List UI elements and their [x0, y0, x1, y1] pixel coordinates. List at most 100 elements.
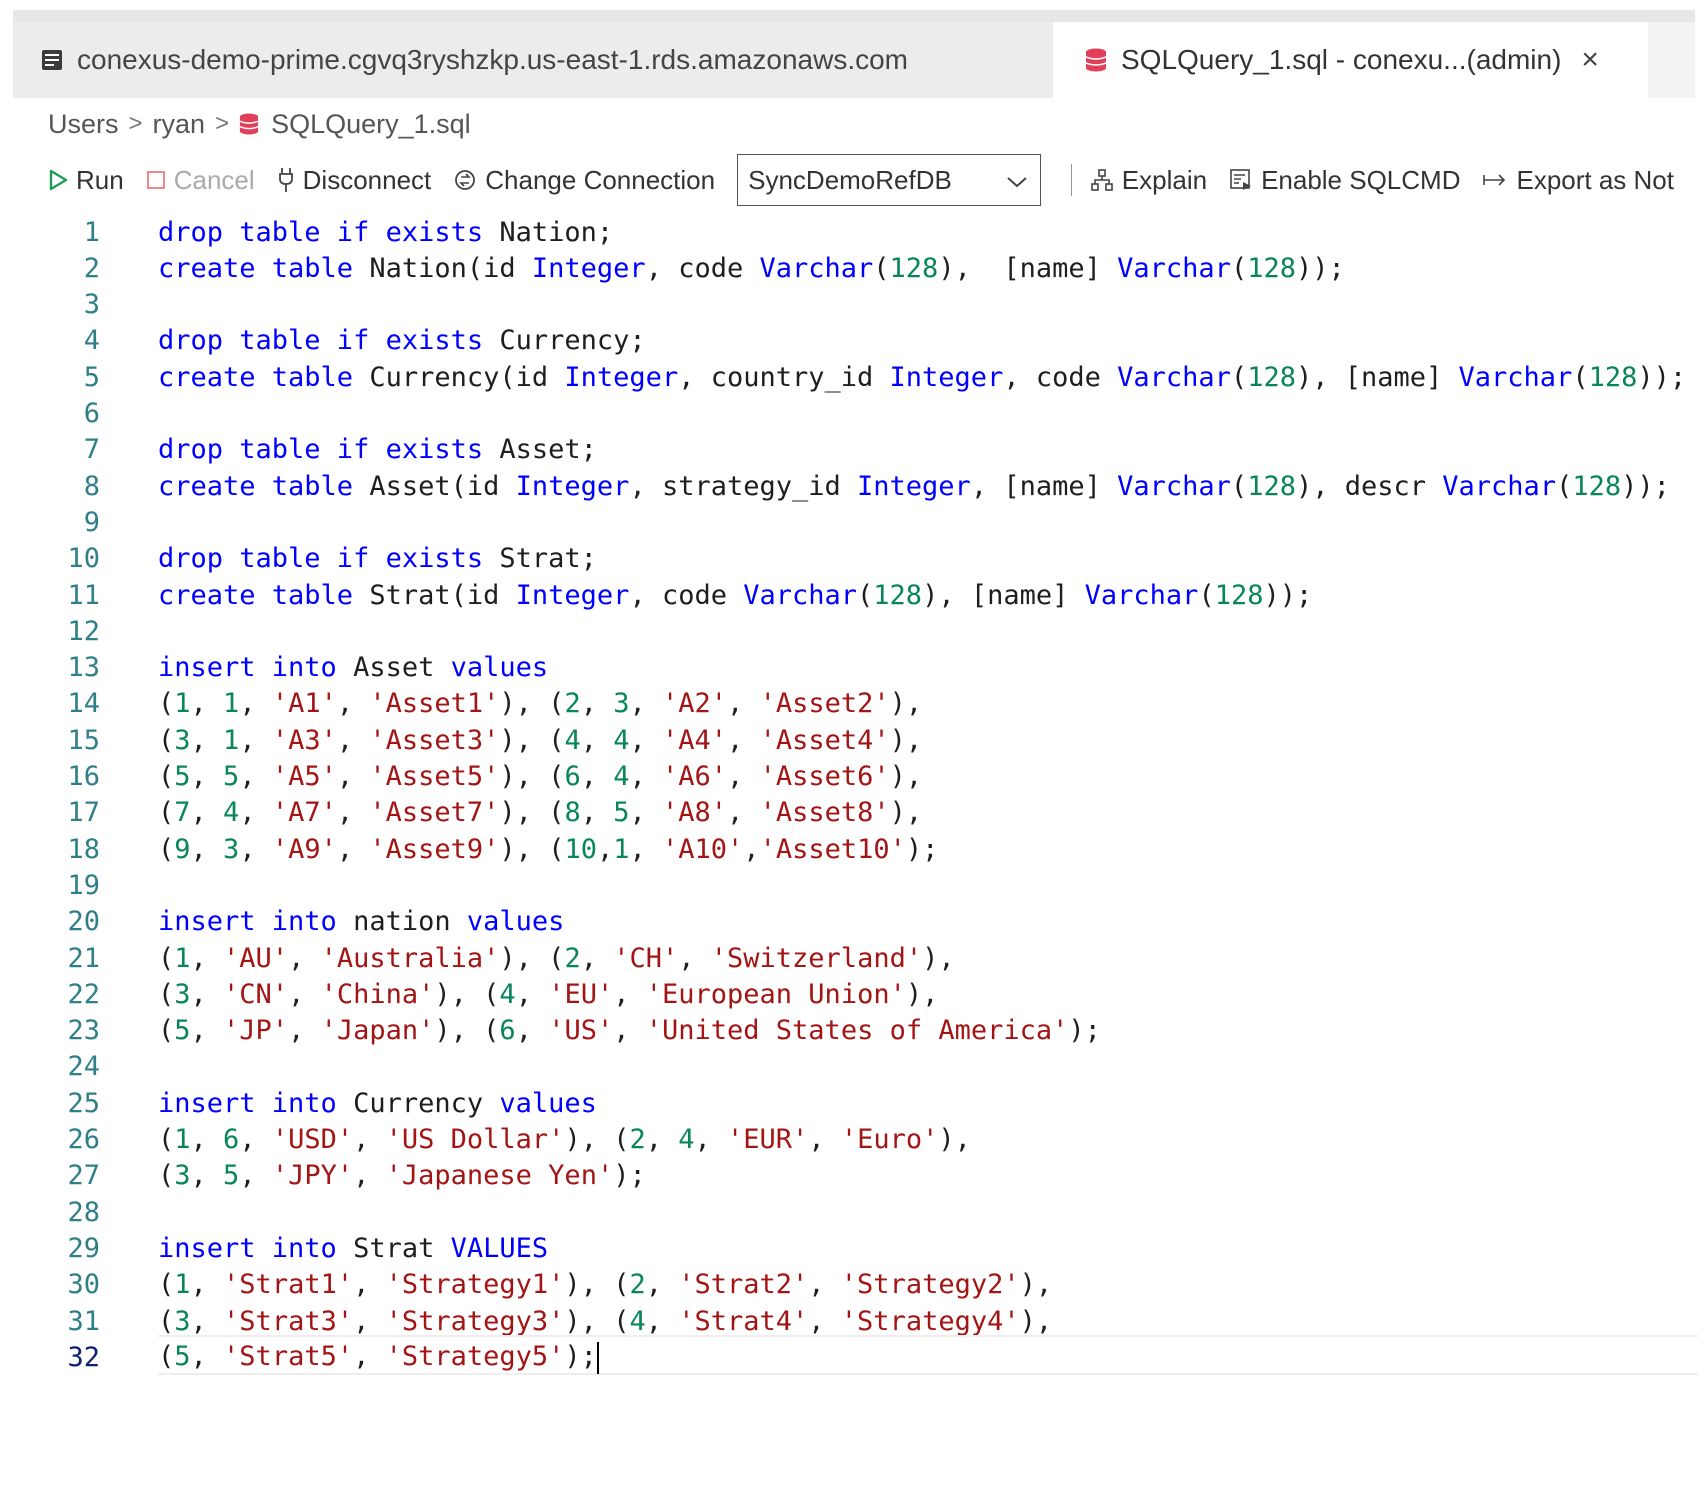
code-token: 128 — [1247, 361, 1296, 393]
line-number: 27 — [67, 1160, 100, 1192]
code-token: , — [353, 1305, 386, 1337]
code-line[interactable]: 10 drop table if exists Strat; — [0, 539, 1708, 579]
code-token: 'Asset6' — [759, 761, 890, 792]
code-token: ), — [889, 797, 923, 829]
code-token: , — [353, 1160, 386, 1192]
enable-sqlcmd-label: Enable SQLCMD — [1261, 164, 1461, 195]
code-token: ( — [158, 942, 175, 974]
tab-sqlquery[interactable]: SQLQuery_1.sql - conexu...(admin) × — [1053, 22, 1648, 98]
code-token: 5 — [174, 1341, 191, 1373]
code-token: 1 — [174, 688, 191, 720]
explain-label: Explain — [1121, 164, 1208, 195]
stop-icon — [146, 170, 166, 190]
explain-button[interactable]: Explain — [1090, 165, 1207, 196]
code-line[interactable]: 9 — [0, 502, 1708, 542]
query-toolbar: Run Cancel Disconnect Change Connection … — [48, 150, 1696, 210]
line-number: 21 — [67, 942, 100, 974]
code-token: 3 — [174, 724, 191, 756]
code-line[interactable]: 18 (9, 3, 'A9', 'Asset9'), (10,1, 'A10','… — [0, 829, 1708, 869]
text-cursor — [596, 1341, 599, 1374]
code-token: , — [190, 688, 224, 720]
code-token: 5 — [223, 1160, 240, 1192]
code-line[interactable]: 6 — [0, 394, 1708, 434]
code-token: drop table if exists — [158, 434, 484, 466]
breadcrumb-item-users[interactable]: Users — [48, 109, 119, 140]
code-line[interactable]: 22 (3, 'CN', 'China'), (4, 'EU', 'Europea… — [0, 974, 1708, 1014]
line-number: 1 — [83, 216, 100, 248]
code-token: , country_id — [678, 361, 890, 393]
code-line[interactable]: 2 create table Nation(id Integer, code Va… — [0, 248, 1708, 288]
code-line[interactable]: 20 insert into nation values — [0, 902, 1708, 942]
code-token: , — [190, 942, 224, 974]
code-line[interactable]: 19 — [0, 865, 1708, 905]
code-token: ( — [158, 797, 175, 829]
run-button[interactable]: Run — [48, 165, 124, 196]
close-icon[interactable]: × — [1581, 43, 1599, 77]
breadcrumb-item-ryan[interactable]: ryan — [153, 109, 206, 140]
code-token: Integer — [515, 470, 630, 502]
export-notebook-button[interactable]: Export as Not — [1482, 165, 1674, 196]
disconnect-button[interactable]: Disconnect — [277, 165, 431, 196]
code-line[interactable]: 21 (1, 'AU', 'Australia'), (2, 'CH', 'Swi… — [0, 938, 1708, 978]
code-line[interactable]: 27 (3, 5, 'JPY', 'Japanese Yen'); — [0, 1156, 1708, 1196]
code-line[interactable]: 24 — [0, 1047, 1708, 1087]
code-token: , — [629, 688, 663, 720]
code-token: drop table if exists — [158, 325, 484, 357]
code-token: insert into — [158, 906, 337, 938]
enable-sqlcmd-button[interactable]: Enable SQLCMD — [1229, 165, 1460, 196]
code-line[interactable]: 25 insert into Currency values — [0, 1083, 1708, 1123]
line-number: 26 — [67, 1124, 100, 1155]
code-token: , — [190, 761, 224, 792]
code-token: ( — [857, 579, 874, 611]
tab-connection[interactable]: conexus-demo-prime.cgvq3ryshzkp.us-east-… — [13, 22, 1053, 98]
code-token: 5 — [174, 1015, 191, 1047]
code-token: ), [name] — [1295, 361, 1459, 393]
code-token: values — [499, 1087, 597, 1119]
code-token: 'Asset2' — [759, 688, 890, 720]
code-token: , — [596, 833, 614, 865]
code-token: 'Strat4' — [678, 1305, 809, 1337]
code-line[interactable]: 16 (5, 5, 'A5', 'Asset5'), (6, 4, 'A6', '… — [0, 757, 1708, 797]
code-token: Nation; — [483, 216, 614, 248]
code-token: 'Asset4' — [759, 724, 890, 756]
code-line[interactable]: 17 (7, 4, 'A7', 'Asset7'), (8, 5, 'A8', '… — [0, 793, 1708, 833]
line-number: 3 — [83, 289, 100, 321]
server-icon — [41, 49, 63, 71]
code-text: (5, 5, 'A5', 'Asset5'), (6, 4, 'A6', 'As… — [158, 761, 922, 792]
code-token: ), ( — [499, 797, 565, 829]
breadcrumb-item-file[interactable]: SQLQuery_1.sql — [271, 109, 471, 140]
cancel-button[interactable]: Cancel — [146, 165, 255, 196]
code-line[interactable]: 5 create table Currency(id Integer, count… — [0, 357, 1708, 397]
code-token: 'Strategy3' — [385, 1305, 565, 1337]
line-number: 24 — [67, 1051, 100, 1083]
code-token: , — [629, 833, 663, 865]
code-line[interactable]: 14 (1, 1, 'A1', 'Asset1'), (2, 3, 'A2', '… — [0, 684, 1708, 724]
code-line[interactable]: 1 drop table if exists Nation; — [0, 212, 1708, 252]
code-line[interactable]: 29 insert into Strat VALUES — [0, 1228, 1708, 1268]
code-token: drop table if exists — [158, 216, 484, 248]
code-token: 'JPY' — [271, 1160, 354, 1192]
database-select[interactable]: SyncDemoRefDB — [737, 154, 1041, 206]
code-line[interactable]: 28 — [0, 1192, 1708, 1232]
code-token: , — [336, 724, 370, 756]
code-line[interactable]: 4 drop table if exists Currency; — [0, 321, 1708, 361]
code-line[interactable]: 26 (1, 6, 'USD', 'US Dollar'), (2, 4, 'EU… — [0, 1120, 1708, 1160]
code-line[interactable]: 30 (1, 'Strat1', 'Strategy1'), (2, 'Strat… — [0, 1265, 1708, 1305]
code-line[interactable]: 13 insert into Asset values — [0, 648, 1708, 688]
line-number: 17 — [67, 797, 100, 829]
code-token: Integer — [564, 361, 679, 393]
code-line[interactable]: 12 — [0, 611, 1708, 651]
code-line[interactable]: 7 drop table if exists Asset; — [0, 430, 1708, 470]
code-line[interactable]: 32 (5, 'Strat5', 'Strategy5'); — [0, 1337, 1708, 1377]
code-line[interactable]: 15 (3, 1, 'A3', 'Asset3'), (4, 4, 'A4', '… — [0, 720, 1708, 760]
export-label: Export as Not — [1516, 164, 1674, 195]
code-token: 'Australia' — [320, 942, 500, 974]
code-line[interactable]: 11 create table Strat(id Integer, code Va… — [0, 575, 1708, 615]
code-text: drop table if exists Strat; — [158, 543, 597, 574]
code-token: , — [515, 978, 549, 1010]
change-connection-button[interactable]: Change Connection — [453, 165, 715, 196]
code-line[interactable]: 8 create table Asset(id Integer, strategy… — [0, 466, 1708, 506]
code-line[interactable]: 23 (5, 'JP', 'Japan'), (6, 'US', 'United … — [0, 1011, 1708, 1051]
code-token: , — [336, 761, 370, 792]
code-line[interactable]: 3 — [0, 285, 1708, 325]
